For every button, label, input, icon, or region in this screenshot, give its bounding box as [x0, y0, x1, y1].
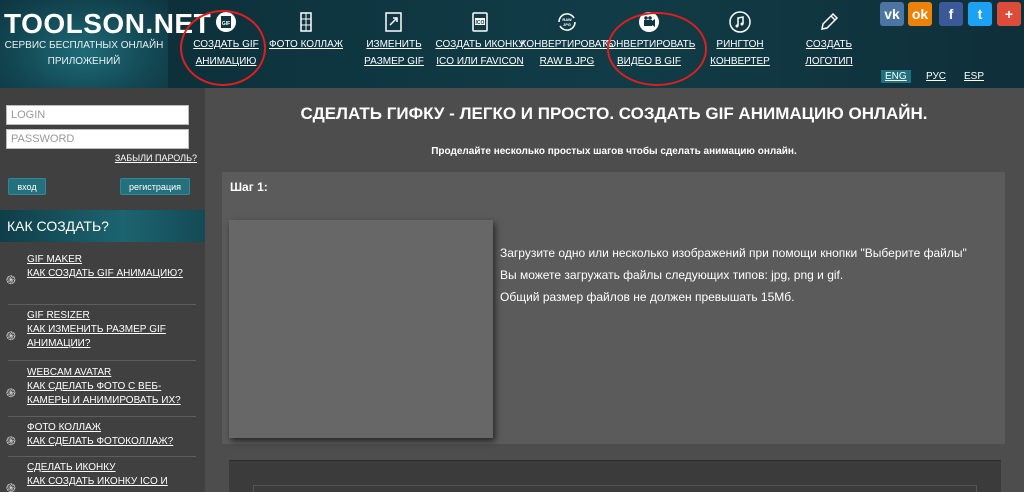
nav-label-line1: СОЗДАТЬ [805, 39, 853, 50]
sidebar-item-title[interactable]: ФОТО КОЛЛАЖ [27, 422, 101, 433]
spiral-icon: ֍ [6, 386, 16, 400]
highlight-circle-create-gif [180, 10, 266, 86]
instruction-line: Вы можете загружать файлы следующих типо… [500, 268, 844, 282]
sidebar-item-desc[interactable]: КАК ИЗМЕНИТЬ РАЗМЕР GIF АНИМАЦИИ? [27, 323, 199, 351]
nav-label-line1: ФОТО КОЛЛАЖ [268, 39, 343, 50]
nav-label-line2: РАЗМЕР GIF [364, 56, 424, 67]
nav-create-logo[interactable]: СОЗДАТЬ ЛОГОТИП [780, 10, 878, 70]
svg-text:JPG: JPG [563, 22, 571, 27]
divider [8, 416, 196, 417]
sidebar-item-desc[interactable]: КАК СДЕЛАТЬ ФОТОКОЛЛАЖ? [27, 435, 199, 449]
upload-instructions: Загрузите одно или несколько изображений… [500, 242, 967, 308]
ico-icon: ICO [472, 12, 488, 32]
logo[interactable]: TOOLSON.NET СЕРВИС БЕСПЛАТНЫХ ОНЛАЙН ПРИ… [0, 0, 211, 88]
twitter-icon[interactable]: t [968, 2, 992, 26]
login-input[interactable] [6, 105, 189, 125]
sidebar: ЗАБЫЛИ ПАРОЛЬ? вход регистрация КАК СОЗД… [0, 88, 205, 492]
highlight-circle-convert-video [607, 12, 707, 86]
nav-label-line1: ИЗМЕНИТЬ [366, 39, 422, 50]
raw-icon: RAW JPG [558, 13, 576, 31]
spiral-icon: ֍ [6, 481, 16, 492]
resize-icon [385, 12, 402, 32]
lang-esp[interactable]: ESP [960, 70, 988, 83]
sidebar-heading: КАК СОЗДАТЬ? [0, 210, 205, 242]
facebook-icon[interactable]: f [939, 2, 963, 26]
header: TOOLSON.NET СЕРВИС БЕСПЛАТНЫХ ОНЛАЙН ПРИ… [0, 0, 1024, 88]
collage-icon [300, 12, 312, 32]
page-subtitle: Проделайте несколько простых шагов чтобы… [431, 146, 797, 157]
frames-strip [253, 485, 977, 492]
divider [8, 360, 196, 361]
spiral-icon: ֍ [6, 434, 16, 448]
sidebar-item-desc[interactable]: КАК СДЕЛАТЬ ФОТО С ВЕБ-КАМЕРЫ И АНИМИРОВ… [27, 380, 199, 408]
nav-create-icon[interactable]: ICO СОЗДАТЬ ИКОНКУ ICO ИЛИ FAVICON [431, 10, 529, 70]
sidebar-item-desc[interactable]: КАК СОЗДАТЬ GIF АНИМАЦИЮ? [27, 267, 199, 281]
spiral-icon: ֍ [6, 273, 16, 287]
register-button[interactable]: регистрация [120, 178, 190, 195]
lang-rus[interactable]: РУС [922, 70, 950, 83]
spiral-icon: ֍ [6, 329, 16, 343]
step-1-panel: Шаг 1: Загрузите одно или несколько изоб… [222, 172, 1005, 444]
instruction-line: Общий размер файлов не должен превышать … [500, 290, 795, 304]
instruction-line: Загрузите одно или несколько изображений… [500, 246, 967, 260]
nav-label-line1: СОЗДАТЬ ИКОНКУ [435, 39, 525, 50]
sidebar-item-desc[interactable]: КАК СОЗДАТЬ ИКОНКУ ICO И [27, 475, 199, 489]
nav-label-line2: ЛОГОТИП [805, 56, 853, 67]
page-title: СДЕЛАТЬ ГИФКУ - ЛЕГКО И ПРОСТО. СОЗДАТЬ … [300, 104, 928, 123]
nav-label-line2: ICO ИЛИ FAVICON [436, 56, 524, 67]
sidebar-item-title[interactable]: WEBCAM AVATAR [27, 367, 111, 378]
forgot-password-link[interactable]: ЗАБЫЛИ ПАРОЛЬ? [115, 153, 197, 163]
password-input[interactable] [6, 129, 189, 149]
signin-button[interactable]: вход [8, 178, 46, 195]
divider [8, 304, 196, 305]
svg-text:ICO: ICO [476, 20, 485, 26]
nav-resize-gif[interactable]: ИЗМЕНИТЬ РАЗМЕР GIF [345, 10, 443, 70]
vk-icon[interactable]: vk [880, 2, 904, 26]
sidebar-item-title[interactable]: GIF RESIZER [27, 310, 90, 321]
music-icon [729, 11, 751, 33]
divider [8, 456, 196, 457]
lang-eng[interactable]: ENG [881, 70, 911, 83]
sidebar-item-title[interactable]: СДЕЛАТЬ ИКОНКУ [27, 462, 116, 473]
image-preview-area [229, 220, 493, 438]
nav-photo-collage[interactable]: ФОТО КОЛЛАЖ [257, 10, 355, 53]
step-label: Шаг 1: [230, 180, 268, 194]
sidebar-item-title[interactable]: GIF MAKER [27, 254, 82, 265]
logo-tagline: СЕРВИС БЕСПЛАТНЫХ ОНЛАЙН ПРИЛОЖЕНИЙ [4, 40, 164, 67]
odnoklassniki-icon[interactable]: ok [908, 2, 932, 26]
frames-panel [229, 460, 1001, 492]
google-plus-icon[interactable]: + [997, 2, 1021, 26]
pencil-icon [821, 12, 839, 30]
